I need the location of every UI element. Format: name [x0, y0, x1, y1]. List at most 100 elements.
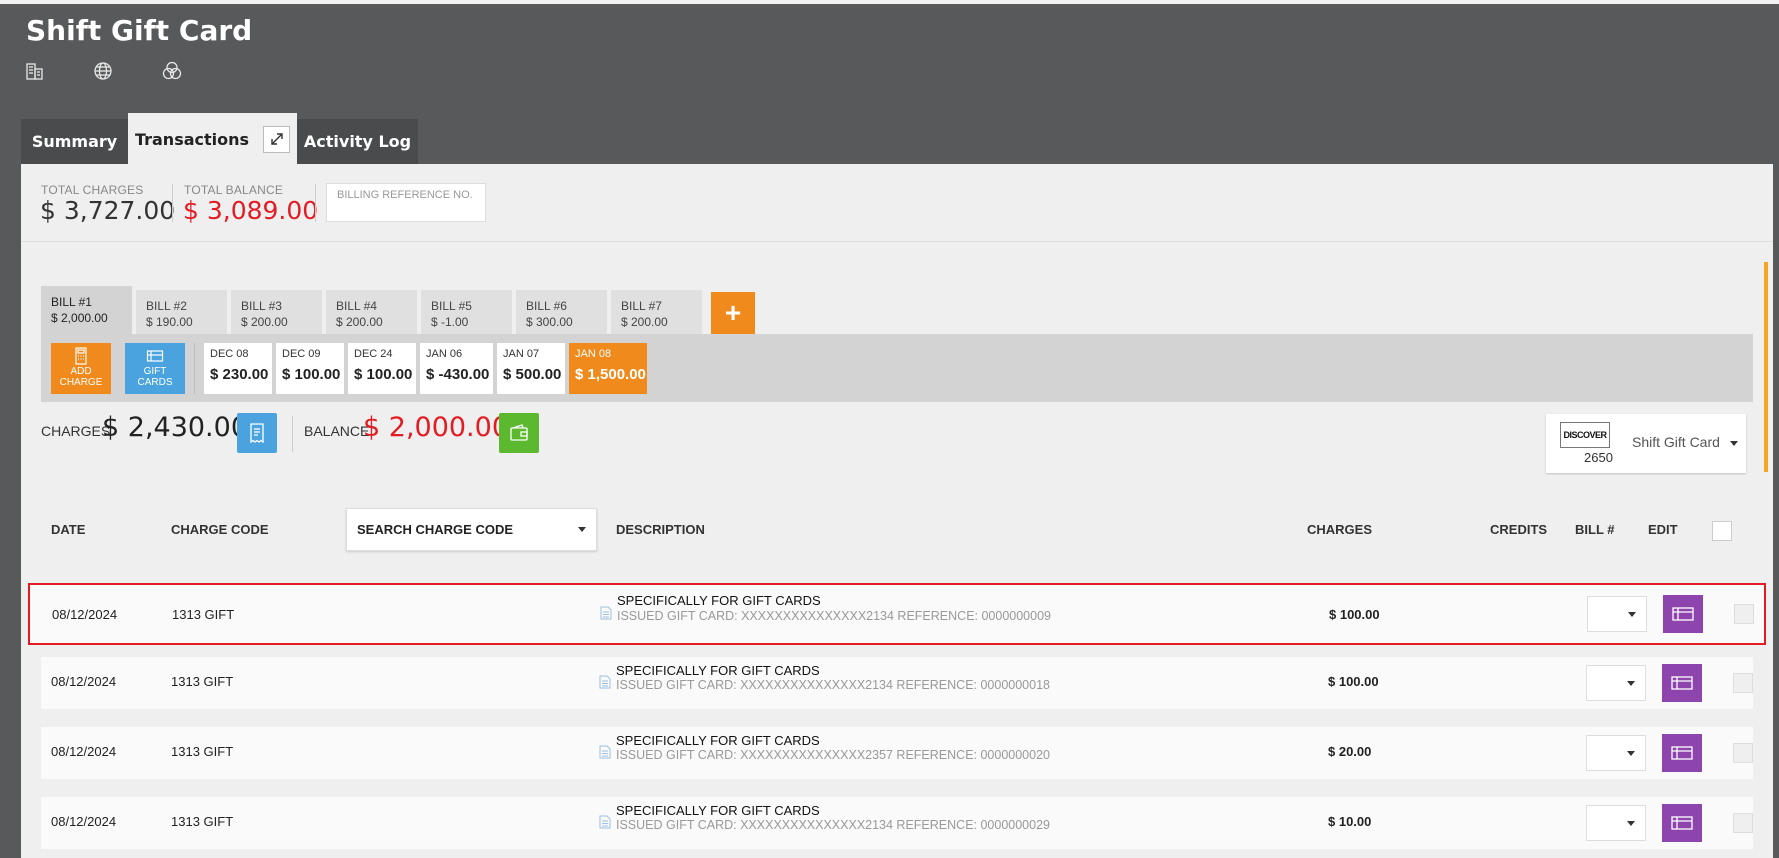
receipt-button[interactable] — [237, 413, 277, 453]
date-chip[interactable]: JAN 07 $ 500.00 — [497, 343, 565, 394]
bill-tab-1[interactable]: BILL #1 $ 2,000.00 — [41, 286, 134, 336]
add-charge-label: ADD CHARGE — [59, 366, 103, 388]
row-description: SPECIFICALLY FOR GIFT CARDS — [616, 663, 820, 678]
edit-button[interactable] — [1662, 804, 1702, 842]
date-chip[interactable]: DEC 08 $ 230.00 — [204, 343, 272, 394]
chevron-down-icon — [1627, 820, 1635, 826]
search-charge-code-label: SEARCH CHARGE CODE — [357, 522, 514, 537]
gift-card-icon — [1671, 676, 1693, 690]
edit-button[interactable] — [1662, 664, 1702, 702]
gift-cards-label: GIFT CARDS — [137, 366, 173, 388]
tab-activity-log[interactable]: Activity Log — [297, 119, 418, 164]
row-description-detail: ISSUED GIFT CARD: XXXXXXXXXXXXXXX2134 RE… — [617, 609, 1051, 623]
bill-select[interactable] — [1587, 596, 1647, 632]
bill-tab-2[interactable]: BILL #2 $ 190.00 — [136, 290, 229, 336]
building-icon[interactable] — [24, 60, 46, 82]
gift-cards-button[interactable]: GIFT CARDS — [125, 343, 185, 394]
wallet-button[interactable] — [499, 413, 539, 453]
bill-label: BILL #2 — [146, 299, 187, 313]
card-name: Shift Gift Card — [1632, 434, 1720, 450]
table-row[interactable]: 08/12/2024 1313 GIFT SPECIFICALLY FOR GI… — [28, 583, 1766, 645]
date-chip-amount: $ 500.00 — [503, 366, 562, 383]
top-border — [0, 0, 1779, 4]
bill-tab-3[interactable]: BILL #3 $ 200.00 — [231, 290, 324, 336]
bill-tab-6[interactable]: BILL #6 $ 300.00 — [516, 290, 609, 336]
row-checkbox[interactable] — [1733, 743, 1753, 763]
row-description: SPECIFICALLY FOR GIFT CARDS — [617, 593, 821, 608]
bill-amount: $ 300.00 — [526, 315, 573, 329]
document-icon — [600, 606, 612, 620]
bill-amount: $ 190.00 — [146, 315, 193, 329]
total-charges-value: $ 3,727.00 — [40, 196, 176, 225]
receipt-icon — [250, 423, 264, 443]
row-charge-code: 1313 GIFT — [171, 674, 234, 689]
chevron-down-icon — [1627, 680, 1635, 686]
row-checkbox[interactable] — [1734, 604, 1754, 624]
col-description: DESCRIPTION — [616, 522, 705, 537]
tab-transactions[interactable]: Transactions — [128, 113, 297, 165]
transactions-panel: TOTAL CHARGES $ 3,727.00 TOTAL BALANCE $… — [21, 164, 1773, 858]
row-charge-code: 1313 GIFT — [171, 744, 234, 759]
bill-select[interactable] — [1586, 665, 1646, 701]
date-chip-date: DEC 24 — [354, 348, 393, 360]
scrollbar[interactable] — [1764, 262, 1768, 472]
calculator-icon — [75, 347, 87, 365]
row-charge-code: 1313 GIFT — [172, 607, 235, 622]
date-chip[interactable]: JAN 06 $ -430.00 — [420, 343, 493, 394]
date-chip[interactable]: DEC 24 $ 100.00 — [348, 343, 416, 394]
col-date: DATE — [51, 522, 86, 537]
bill-amount: $ 200.00 — [336, 315, 383, 329]
total-charges-label: TOTAL CHARGES — [41, 183, 144, 197]
row-date: 08/12/2024 — [51, 744, 117, 759]
chevron-down-icon — [1628, 611, 1636, 617]
globe-icon[interactable] — [92, 60, 114, 82]
add-charge-button[interactable]: ADD CHARGE — [51, 343, 111, 394]
row-checkbox[interactable] — [1733, 673, 1753, 693]
date-chip-date: DEC 09 — [282, 348, 321, 360]
bill-tab-5[interactable]: BILL #5 $ -1.00 — [421, 290, 514, 336]
row-date: 08/12/2024 — [52, 607, 118, 622]
date-chip-date: JAN 08 — [575, 348, 612, 360]
bill-select[interactable] — [1586, 735, 1646, 771]
bill-tab-7[interactable]: BILL #7 $ 200.00 — [611, 290, 704, 336]
chevron-down-icon — [1730, 441, 1738, 446]
date-chip-amount: $ 230.00 — [210, 366, 269, 383]
document-icon — [599, 815, 611, 829]
bill-amount: $ 200.00 — [241, 315, 288, 329]
table-row[interactable]: 08/12/2024 1313 GIFT SPECIFICALLY FOR GI… — [41, 797, 1753, 849]
edit-button[interactable] — [1662, 734, 1702, 772]
balance-value: $ 2,000.00 — [363, 412, 509, 443]
edit-button[interactable] — [1663, 595, 1703, 633]
search-charge-code-select[interactable]: SEARCH CHARGE CODE — [346, 508, 597, 551]
table-row[interactable]: 08/12/2024 1313 GIFT SPECIFICALLY FOR GI… — [41, 727, 1753, 779]
row-charges: $ 100.00 — [1328, 674, 1379, 689]
payment-method-select[interactable]: DISCOVER 2650 Shift Gift Card — [1546, 414, 1746, 473]
gift-card-icon — [146, 350, 164, 362]
date-chip-date: JAN 07 — [503, 348, 540, 360]
table-row[interactable]: 08/12/2024 1313 GIFT SPECIFICALLY FOR GI… — [41, 657, 1753, 709]
charges-value: $ 2,430.00 — [102, 412, 248, 443]
chevron-down-icon — [578, 527, 586, 532]
bill-action-bar: ADD CHARGE GIFT CARDS DEC 08 $ 230.00 DEC… — [41, 334, 1753, 402]
gift-card-icon — [1671, 816, 1693, 830]
add-bill-button[interactable]: + — [711, 292, 755, 334]
bill-select[interactable] — [1586, 805, 1646, 841]
bill-label: BILL #3 — [241, 299, 282, 313]
row-description-detail: ISSUED GIFT CARD: XXXXXXXXXXXXXXX2134 RE… — [616, 678, 1050, 692]
bill-tab-4[interactable]: BILL #4 $ 200.00 — [326, 290, 419, 336]
discover-logo: DISCOVER — [1560, 422, 1610, 448]
row-description-detail: ISSUED GIFT CARD: XXXXXXXXXXXXXXX2134 RE… — [616, 818, 1050, 832]
date-chip-amount: $ 1,500.00 — [575, 366, 646, 383]
row-date: 08/12/2024 — [51, 814, 117, 829]
billing-reference-input[interactable]: BILLING REFERENCE NO. — [326, 183, 486, 222]
select-all-checkbox[interactable] — [1712, 521, 1732, 541]
row-checkbox[interactable] — [1733, 813, 1753, 833]
tab-summary[interactable]: Summary — [21, 119, 128, 164]
document-icon — [599, 745, 611, 759]
row-description-detail: ISSUED GIFT CARD: XXXXXXXXXXXXXXX2357 RE… — [616, 748, 1050, 762]
bill-label: BILL #5 — [431, 299, 472, 313]
date-chip-selected[interactable]: JAN 08 $ 1,500.00 — [569, 343, 647, 394]
date-chip[interactable]: DEC 09 $ 100.00 — [276, 343, 344, 394]
expand-icon[interactable] — [263, 125, 291, 153]
circles-icon[interactable] — [161, 60, 183, 82]
